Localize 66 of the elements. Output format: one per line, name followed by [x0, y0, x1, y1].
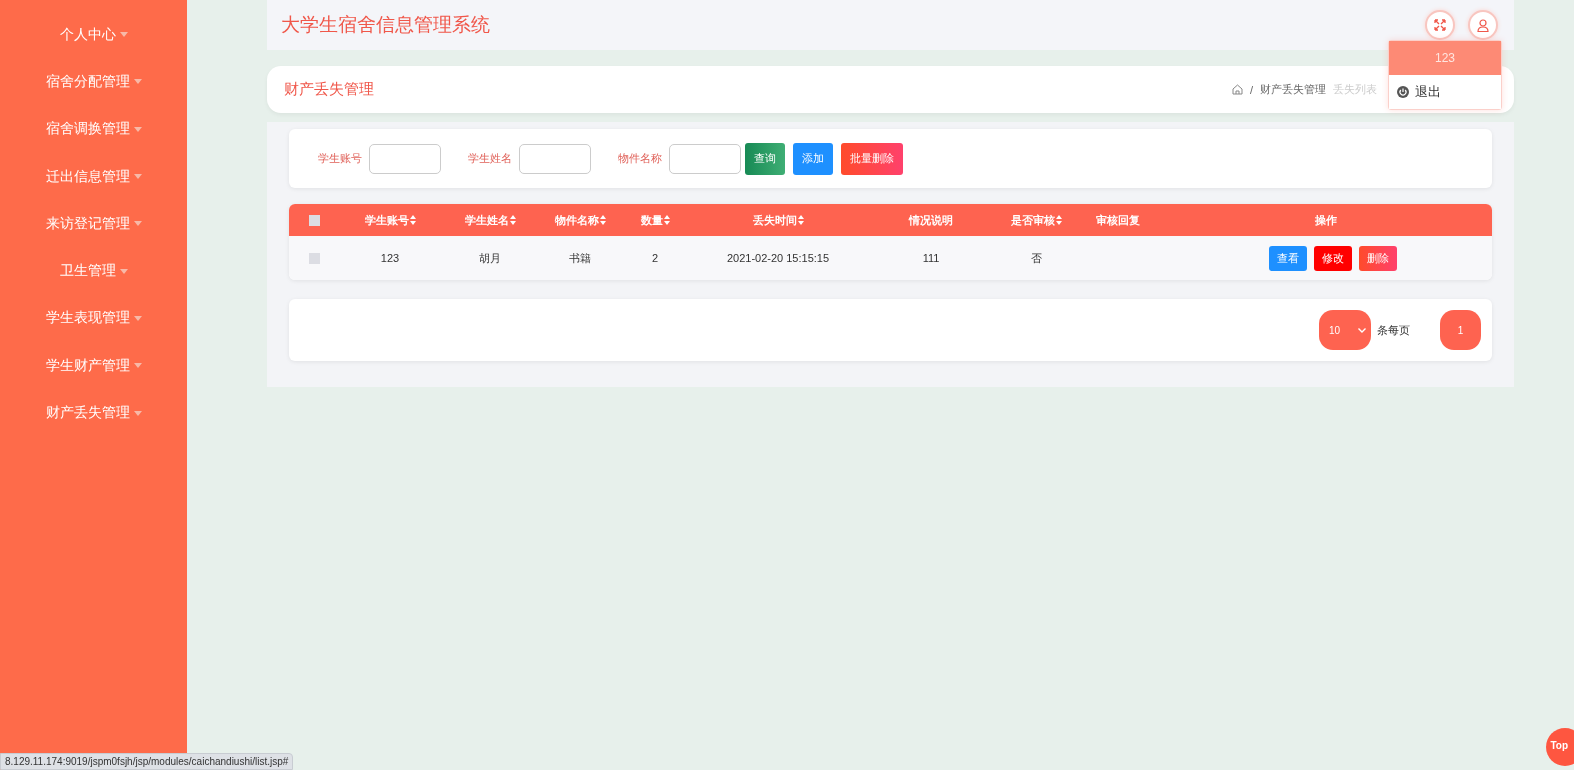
- chevron-down-icon: [1358, 327, 1366, 333]
- breadcrumb-separator: /: [1249, 83, 1253, 96]
- sidebar-menu-item[interactable]: 卫生管理: [0, 247, 187, 295]
- caret-icon: [119, 32, 128, 38]
- table-cell: 2: [651, 252, 659, 264]
- status-url: 8.129.11.174:9019/jspm0fsjh/jsp/modules/caichandiushi/list.jsp#: [0, 753, 294, 770]
- column-header[interactable]: 学生姓名: [464, 212, 509, 228]
- edit-button[interactable]: 修改: [1314, 245, 1352, 271]
- power-icon: [1397, 86, 1409, 98]
- input-field[interactable]: [669, 143, 741, 174]
- logout-button[interactable]: 退出: [1389, 75, 1501, 109]
- field-label: 学生账号: [318, 151, 362, 166]
- table-cell: 胡月: [479, 251, 501, 264]
- sidebar-menu-item[interactable]: 学生财产管理: [0, 342, 187, 390]
- column-header[interactable]: 丢失时间: [752, 212, 797, 228]
- column-header[interactable]: 物件名称: [554, 212, 599, 228]
- breadcrumb-item[interactable]: 财产丢失管理: [1260, 82, 1326, 97]
- column-header[interactable]: 学生账号: [364, 212, 409, 228]
- view-button[interactable]: 查看: [1269, 245, 1307, 271]
- checkbox[interactable]: [309, 214, 320, 226]
- fullscreen-button[interactable]: [1425, 10, 1455, 40]
- caret-icon: [133, 174, 142, 180]
- caret-icon: [119, 268, 128, 274]
- column-header[interactable]: 是否审核: [1010, 212, 1055, 228]
- table-cell: 111: [922, 252, 940, 264]
- sidebar-menu-item[interactable]: 来访登记管理: [0, 200, 187, 248]
- back-to-top-button[interactable]: Top: [1546, 728, 1574, 766]
- caret-icon: [133, 410, 142, 416]
- home-icon[interactable]: [1231, 84, 1243, 95]
- page-size-label: 条每页: [1377, 322, 1410, 338]
- checkbox[interactable]: [309, 252, 320, 264]
- caret-icon: [133, 79, 142, 85]
- field-label: 学生姓名: [468, 151, 512, 166]
- page-title: 财产丢失管理: [284, 80, 375, 99]
- page-size-select[interactable]: 10: [1319, 310, 1371, 350]
- delete-button[interactable]: 删除: [1359, 245, 1397, 271]
- page-button[interactable]: 1: [1440, 310, 1481, 350]
- table-cell: 书籍: [569, 251, 591, 264]
- column-header[interactable]: 数量: [640, 212, 663, 228]
- sidebar-menu-item[interactable]: 宿舍调换管理: [0, 105, 187, 153]
- search-button[interactable]: 查询: [745, 142, 785, 175]
- sidebar-menu-item[interactable]: 财产丢失管理: [0, 389, 187, 437]
- field-label: 物件名称: [618, 151, 662, 166]
- expand-icon: [1434, 19, 1446, 31]
- app-title: 大学生宿舍信息管理系统: [281, 13, 491, 37]
- delete-button[interactable]: 批量删除: [841, 142, 903, 175]
- input-field[interactable]: [519, 143, 591, 174]
- sidebar-menu-item[interactable]: 学生表现管理: [0, 294, 187, 343]
- caret-icon: [133, 221, 142, 227]
- column-header: 审核回复: [1096, 212, 1140, 228]
- caret-icon: [133, 315, 142, 321]
- sidebar-menu-item[interactable]: 个人中心: [0, 11, 187, 59]
- table-cell: 123: [380, 252, 400, 264]
- username: 123: [1389, 41, 1501, 75]
- user-icon: [1477, 18, 1489, 32]
- user-button[interactable]: [1468, 10, 1498, 40]
- sidebar-menu-item[interactable]: 宿舍分配管理: [0, 58, 187, 106]
- column-header: 情况说明: [909, 212, 953, 228]
- table-cell: 否: [1030, 251, 1042, 264]
- column-header: 操作: [1315, 212, 1337, 228]
- input-field[interactable]: [369, 143, 441, 174]
- add-button[interactable]: 添加: [793, 142, 833, 175]
- caret-icon: [133, 363, 142, 369]
- caret-icon: [133, 126, 142, 132]
- table-cell: 2021-02-20 15:15:15: [726, 252, 830, 264]
- sidebar-menu-item[interactable]: 迁出信息管理: [0, 152, 187, 201]
